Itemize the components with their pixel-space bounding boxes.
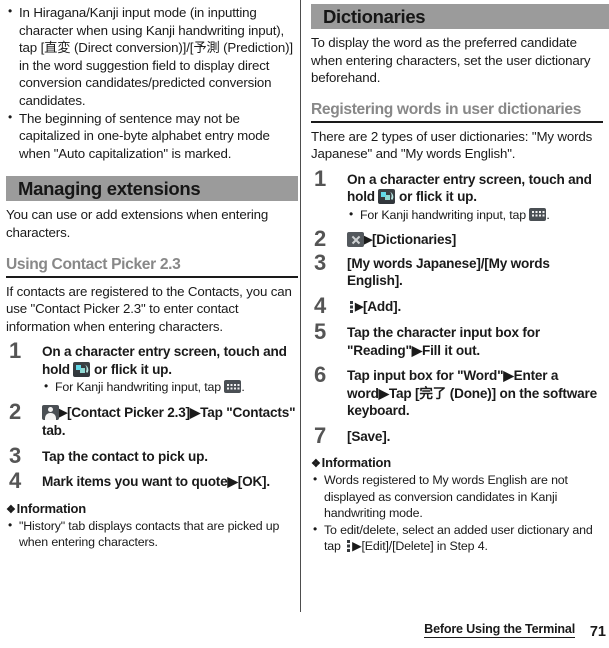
step-text: Tap the contact to pick up. bbox=[42, 448, 208, 464]
information-bullet-list: "History" tab displays contacts that are… bbox=[6, 517, 298, 551]
section-intro-text: You can use or add extensions when enter… bbox=[6, 207, 269, 240]
step-text-body: [Dictionaries] bbox=[371, 232, 457, 248]
arrow-glyph: ▶ bbox=[59, 406, 67, 419]
note-text-after-icon: . bbox=[546, 207, 550, 222]
information-bullet-list: Words registered to My words English are… bbox=[311, 471, 603, 555]
step-2: 2 ▶[Contact Picker 2.3]▶Tap "Contacts" t… bbox=[6, 399, 298, 440]
step-number: 5 bbox=[314, 319, 327, 345]
bullet-item: In Hiragana/Kanji input mode (in inputti… bbox=[6, 3, 298, 110]
sub-heading-registering-words: Registering words in user dictionaries bbox=[311, 101, 603, 123]
bullet-item: The beginning of sentence may not be cap… bbox=[6, 109, 298, 163]
arrow-glyph: ▶ bbox=[355, 300, 363, 313]
arrow-glyph: ▶ bbox=[364, 234, 372, 247]
bullet-item: To edit/delete, select an added user dic… bbox=[311, 521, 603, 555]
note-text-before-icon: For Kanji handwriting input, tap bbox=[55, 380, 225, 395]
step-text: [Save]. bbox=[347, 428, 391, 444]
step-4: 4 ▶[Add]. bbox=[311, 293, 603, 317]
step-3: 3 [My words Japanese]/[My words English]… bbox=[311, 250, 603, 290]
overflow-menu-icon bbox=[344, 538, 352, 553]
step-number: 4 bbox=[9, 468, 22, 494]
step-text: Mark items you want to quote▶[OK]. bbox=[42, 474, 270, 490]
step-5: 5 Tap the character input box for "Readi… bbox=[311, 320, 603, 359]
step-note-list: For Kanji handwriting input, tap . bbox=[347, 206, 603, 224]
step-3: 3 Tap the contact to pick up. bbox=[6, 443, 298, 467]
step-text: On a character entry screen, touch and h… bbox=[42, 343, 298, 378]
step-number: 1 bbox=[314, 165, 327, 191]
right-column: Dictionaries To display the word as the … bbox=[311, 0, 609, 555]
step-text: [My words Japanese]/[My words English]. bbox=[347, 255, 550, 289]
step-text: ▶[Dictionaries] bbox=[347, 231, 603, 250]
column-divider bbox=[300, 0, 301, 612]
overflow-menu-icon bbox=[347, 299, 355, 314]
page-footer: Before Using the Terminal 71 bbox=[0, 616, 609, 644]
footer-page-number: 71 bbox=[589, 624, 606, 640]
step-number: 4 bbox=[314, 292, 327, 318]
step-1: 1 On a character entry screen, touch and… bbox=[311, 166, 603, 224]
step-note-item: For Kanji handwriting input, tap . bbox=[347, 206, 603, 224]
handwriting-input-icon bbox=[73, 361, 91, 377]
note-text-before-icon: For Kanji handwriting input, tap bbox=[360, 207, 530, 222]
information-heading: ❖Information bbox=[6, 501, 298, 518]
handwriting-input-icon bbox=[378, 189, 396, 205]
keyboard-icon bbox=[224, 380, 242, 394]
step-number: 7 bbox=[314, 422, 327, 448]
step-number: 3 bbox=[9, 442, 22, 468]
section-heading-dictionaries: Dictionaries bbox=[311, 4, 609, 29]
close-icon bbox=[347, 232, 364, 248]
keyboard-icon bbox=[529, 207, 547, 221]
bullet-item: "History" tab displays contacts that are… bbox=[6, 517, 298, 551]
contact-picker-icon bbox=[42, 404, 59, 420]
information-heading: ❖Information bbox=[311, 455, 603, 472]
step-note-list: For Kanji handwriting input, tap . bbox=[42, 378, 298, 396]
step-text-after-icon: or flick it up. bbox=[90, 361, 172, 377]
note-text-after-icon: . bbox=[241, 380, 245, 395]
step-6: 6 Tap input box for "Word"▶Enter a word▶… bbox=[311, 363, 603, 420]
step-text-after-icon: or flick it up. bbox=[395, 189, 477, 205]
step-2: 2 ▶[Dictionaries] bbox=[311, 227, 603, 251]
step-number: 1 bbox=[9, 338, 22, 364]
sub-heading-contact-picker: Using Contact Picker 2.3 bbox=[6, 256, 298, 278]
step-text: On a character entry screen, touch and h… bbox=[347, 171, 603, 206]
left-column: In Hiragana/Kanji input mode (in inputti… bbox=[6, 0, 298, 551]
bullet-text-after-icon: ▶[Edit]/[Delete] in Step 4. bbox=[352, 539, 488, 554]
step-number: 6 bbox=[314, 362, 327, 388]
section-intro-text: To display the word as the preferred can… bbox=[311, 35, 591, 86]
step-text-body: [Add]. bbox=[362, 298, 402, 314]
diamond-icon: ❖ bbox=[311, 458, 321, 471]
step-4: 4 Mark items you want to quote▶[OK]. bbox=[6, 469, 298, 493]
manual-page: In Hiragana/Kanji input mode (in inputti… bbox=[0, 0, 609, 648]
information-label: Information bbox=[16, 500, 86, 516]
step-number: 2 bbox=[314, 226, 327, 252]
step-number: 2 bbox=[9, 398, 22, 424]
bullet-item: Words registered to My words English are… bbox=[311, 471, 603, 522]
step-text: ▶[Add]. bbox=[347, 298, 603, 317]
section-heading-managing-extensions: Managing extensions bbox=[6, 176, 298, 202]
information-label: Information bbox=[321, 455, 391, 471]
sub-intro-text: There are 2 types of user dictionaries: … bbox=[311, 128, 593, 162]
step-text: ▶[Contact Picker 2.3]▶Tap "Contacts" tab… bbox=[42, 404, 298, 440]
step-text: Tap input box for "Word"▶Enter a word▶Ta… bbox=[347, 368, 597, 419]
step-7: 7 [Save]. bbox=[311, 423, 603, 447]
footer-section-title: Before Using the Terminal bbox=[424, 622, 575, 638]
step-text: Tap the character input box for "Reading… bbox=[347, 325, 540, 358]
step-text-body: [Contact Picker 2.3]▶Tap "Contacts" tab. bbox=[42, 404, 296, 439]
continued-bullet-list: In Hiragana/Kanji input mode (in inputti… bbox=[6, 3, 298, 163]
step-note-item: For Kanji handwriting input, tap . bbox=[42, 378, 298, 396]
step-number: 3 bbox=[314, 249, 327, 275]
step-1: 1 On a character entry screen, touch and… bbox=[6, 339, 298, 396]
sub-intro-text: If contacts are registered to the Contac… bbox=[6, 283, 292, 334]
diamond-icon: ❖ bbox=[6, 503, 16, 516]
